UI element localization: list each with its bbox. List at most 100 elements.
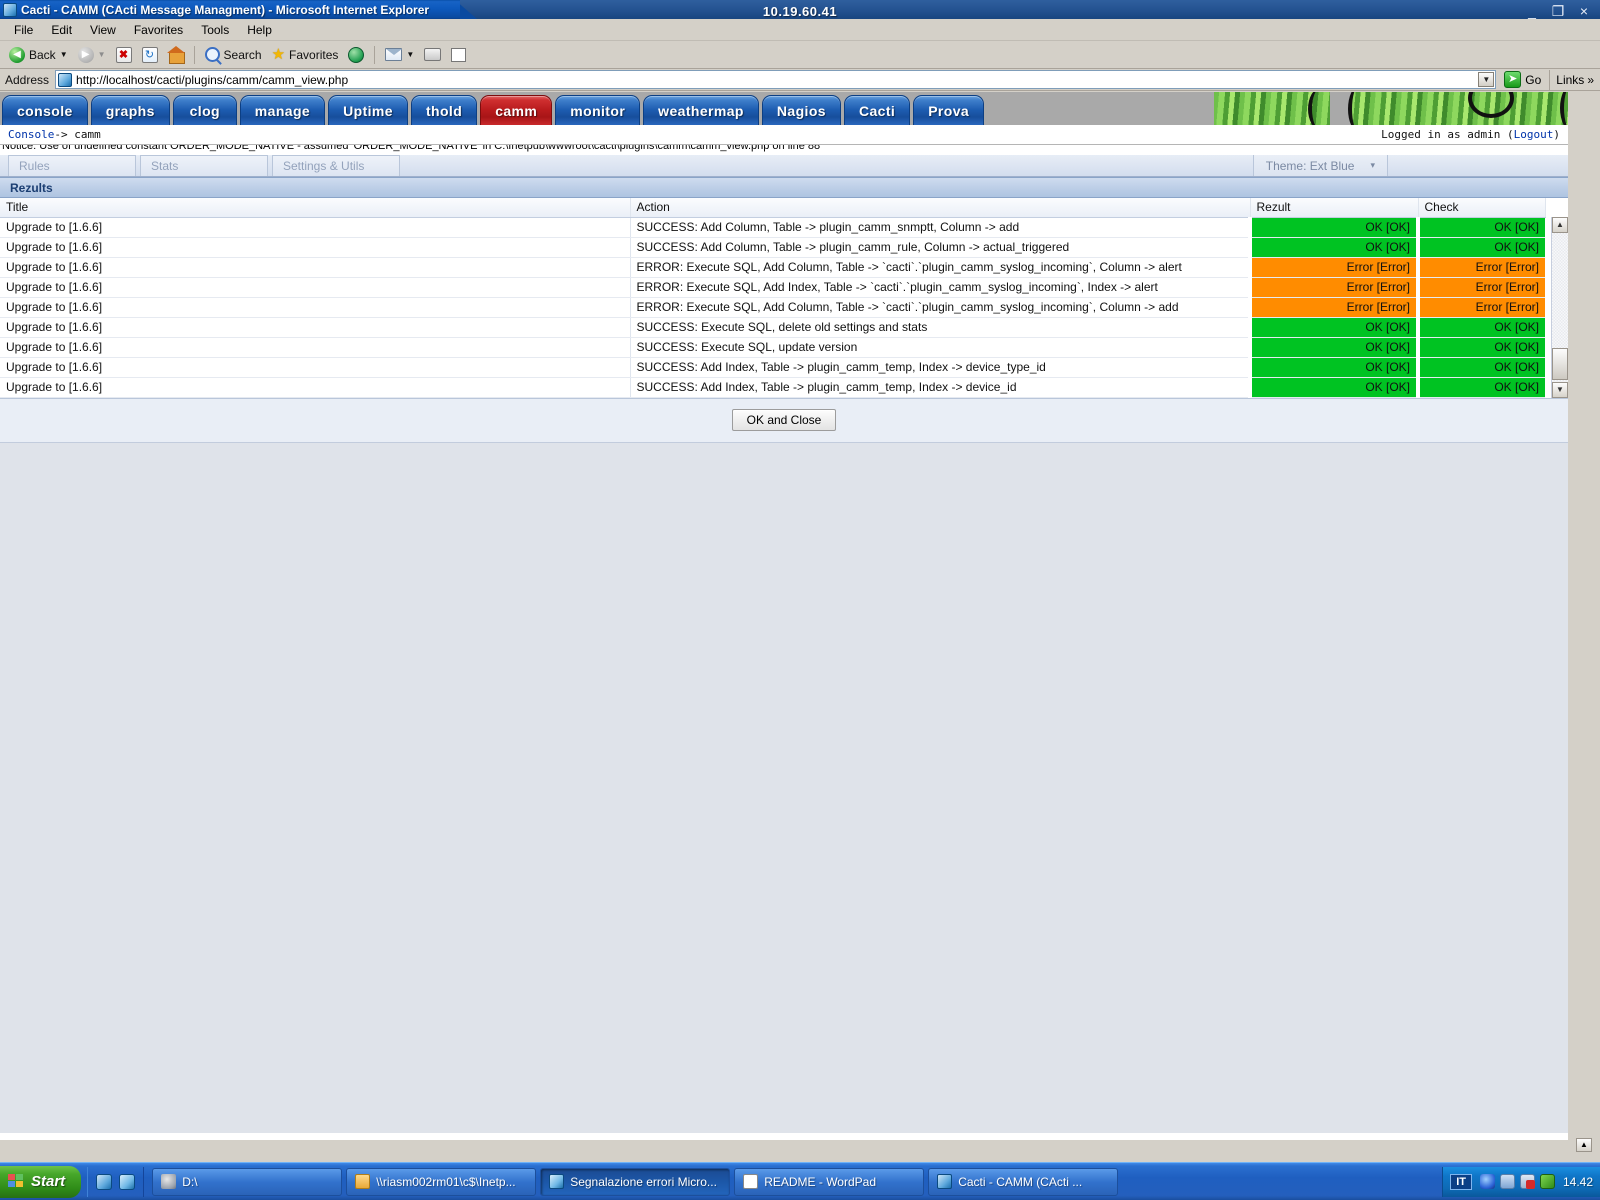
nav-tab-prova[interactable]: Prova (913, 95, 985, 125)
column-header-check[interactable]: Check (1418, 198, 1546, 218)
scrollbar-up-button[interactable]: ▲ (1552, 217, 1568, 233)
address-input[interactable]: http://localhost/cacti/plugins/camm/camm… (55, 70, 1497, 89)
system-tray[interactable]: IT 14.42 (1442, 1166, 1600, 1197)
table-row[interactable]: Upgrade to [1.6.6] SUCCESS: Execute SQL, … (0, 316, 1545, 338)
language-indicator[interactable]: IT (1450, 1173, 1472, 1190)
scrollbar-down-button[interactable]: ▼ (1552, 381, 1568, 398)
ie-menubar[interactable]: File Edit View Favorites Tools Help (0, 19, 1600, 41)
task-button-wordpad[interactable]: README - WordPad (734, 1167, 925, 1196)
scrollbar-thumb[interactable] (1552, 347, 1568, 380)
table-row[interactable]: Upgrade to [1.6.6] ERROR: Execute SQL, Ad… (0, 296, 1545, 318)
ie-toolbar[interactable]: ◀ Back ▼ ▶ ▼ ✖ ↻ Search ★ Favorites ▼ (0, 41, 1600, 69)
nav-tab-clog[interactable]: clog (172, 95, 237, 125)
menu-edit[interactable]: Edit (43, 21, 80, 39)
nav-tab-graphs[interactable]: graphs (90, 95, 170, 125)
desktop-scroll-up-button[interactable]: ▲ (1576, 1138, 1592, 1152)
back-dropdown-icon[interactable]: ▼ (60, 50, 68, 59)
nav-tab-nagios[interactable]: Nagios (761, 95, 841, 125)
forward-dropdown-icon[interactable]: ▼ (98, 50, 106, 59)
nav-tab-thold[interactable]: thold (410, 95, 478, 125)
table-row[interactable]: Upgrade to [1.6.6] SUCCESS: Add Index, Ta… (0, 376, 1545, 398)
column-header-rezult[interactable]: Rezult (1250, 198, 1419, 218)
table-row[interactable]: Upgrade to [1.6.6] SUCCESS: Execute SQL, … (0, 336, 1545, 358)
cell-rezult: OK [OK] (1248, 376, 1418, 398)
network-icon[interactable] (1479, 1174, 1495, 1189)
results-button-row: OK and Close (0, 398, 1568, 443)
history-button[interactable] (343, 45, 369, 65)
back-button[interactable]: ◀ Back ▼ (4, 45, 73, 65)
breadcrumb-console-link[interactable]: Console (8, 128, 54, 141)
menu-file[interactable]: File (6, 21, 41, 39)
start-button[interactable]: Start (0, 1165, 82, 1198)
table-row[interactable]: Upgrade to [1.6.6] SUCCESS: Add Column, T… (0, 236, 1545, 258)
quick-launch-bar[interactable] (87, 1166, 145, 1197)
nav-tab-weathermap[interactable]: weathermap (643, 95, 759, 125)
results-grid-scrollbar[interactable]: ▲ ▼ (1551, 217, 1568, 398)
nav-tab-console[interactable]: console (2, 95, 88, 125)
forward-arrow-icon: ▶ (77, 46, 94, 63)
ie-address-bar[interactable]: Address http://localhost/cacti/plugins/c… (0, 69, 1600, 91)
menu-tools[interactable]: Tools (193, 21, 237, 39)
address-chevron-down-icon[interactable]: ▼ (1478, 72, 1495, 87)
menu-help[interactable]: Help (239, 21, 280, 39)
task-button-error-report[interactable]: Segnalazione errori Micro... (540, 1167, 731, 1196)
cell-action: SUCCESS: Execute SQL, update version (629, 336, 1250, 358)
column-header-action[interactable]: Action (630, 198, 1251, 218)
table-row[interactable]: Upgrade to [1.6.6] ERROR: Execute SQL, Ad… (0, 256, 1545, 278)
taskbar-task-list[interactable]: D:\ \\riasm002rm01\c$\Inetp... Segnalazi… (144, 1167, 1442, 1196)
camm-subtab-bar[interactable]: Rules Stats Settings & Utils Theme: Ext … (0, 155, 1568, 177)
task-button-cacti-ie[interactable]: Cacti - CAMM (CActi ... (928, 1167, 1119, 1196)
nav-tab-camm[interactable]: camm (480, 95, 553, 125)
edit-button[interactable] (446, 46, 471, 64)
desktop-scroll-column[interactable]: ▲ (1568, 92, 1600, 1152)
mail-button[interactable]: ▼ (380, 46, 419, 63)
ok-and-close-button[interactable]: OK and Close (731, 409, 837, 431)
task-button-label: \\riasm002rm01\c$\Inetp... (376, 1174, 516, 1189)
theme-selector[interactable]: Theme: Ext Blue ▾ (1252, 155, 1388, 176)
show-desktop-icon[interactable] (96, 1173, 113, 1190)
display-icon[interactable] (1499, 1174, 1515, 1189)
task-button-network-folder[interactable]: \\riasm002rm01\c$\Inetp... (346, 1167, 537, 1196)
nav-tab-cacti[interactable]: Cacti (843, 95, 911, 125)
nav-tab-monitor[interactable]: monitor (555, 95, 641, 125)
antivirus-icon[interactable] (1539, 1174, 1555, 1189)
restore-button[interactable]: ❐ (1550, 3, 1566, 20)
nav-tab-manage[interactable]: manage (239, 95, 326, 125)
cacti-tab-strip[interactable]: console graphs clog manage Uptime thold … (0, 92, 1568, 132)
table-row[interactable]: Upgrade to [1.6.6] SUCCESS: Add Column, T… (0, 216, 1545, 238)
cell-check: Error [Error] (1416, 296, 1545, 318)
windows-taskbar[interactable]: Start D:\ \\riasm002rm01\c$\Inetp... Seg… (0, 1162, 1600, 1200)
taskbar-clock[interactable]: 14.42 (1563, 1175, 1593, 1189)
address-label: Address (5, 72, 50, 87)
mail-dropdown-icon[interactable]: ▼ (406, 50, 414, 59)
logout-link[interactable]: Logout (1514, 128, 1554, 141)
go-button[interactable]: ➤ Go (1496, 71, 1549, 88)
remote-desktop-window-controls[interactable]: _ ❐ × (1524, 3, 1592, 20)
print-button[interactable] (419, 46, 446, 63)
table-row[interactable]: Upgrade to [1.6.6] ERROR: Execute SQL, Ad… (0, 276, 1545, 298)
links-overflow-icon[interactable]: » (1587, 73, 1594, 87)
menu-favorites[interactable]: Favorites (126, 21, 191, 39)
close-button[interactable]: × (1576, 3, 1592, 20)
subtab-stats[interactable]: Stats (140, 155, 268, 176)
removable-media-icon[interactable] (1519, 1174, 1535, 1189)
subtab-rules[interactable]: Rules (8, 155, 136, 176)
stop-button[interactable]: ✖ (111, 45, 137, 65)
internet-explorer-icon[interactable] (119, 1173, 136, 1190)
task-button-disk[interactable]: D:\ (152, 1167, 343, 1196)
wordpad-icon (743, 1174, 759, 1189)
cell-check: Error [Error] (1416, 276, 1545, 298)
forward-button[interactable]: ▶ ▼ (73, 45, 111, 65)
nav-tab-uptime[interactable]: Uptime (328, 95, 408, 125)
links-button[interactable]: Links » (1549, 69, 1600, 90)
column-header-title[interactable]: Title (0, 198, 631, 218)
minimize-button[interactable]: _ (1524, 3, 1540, 20)
menu-view[interactable]: View (82, 21, 124, 39)
subtab-settings-utils[interactable]: Settings & Utils (272, 155, 400, 176)
table-row[interactable]: Upgrade to [1.6.6] SUCCESS: Add Index, Ta… (0, 356, 1545, 378)
refresh-button[interactable]: ↻ (137, 45, 163, 65)
home-button[interactable] (163, 45, 189, 65)
chevron-down-icon[interactable]: ▾ (1370, 160, 1375, 171)
search-button[interactable]: Search (200, 45, 267, 64)
favorites-button[interactable]: ★ Favorites (267, 45, 344, 64)
